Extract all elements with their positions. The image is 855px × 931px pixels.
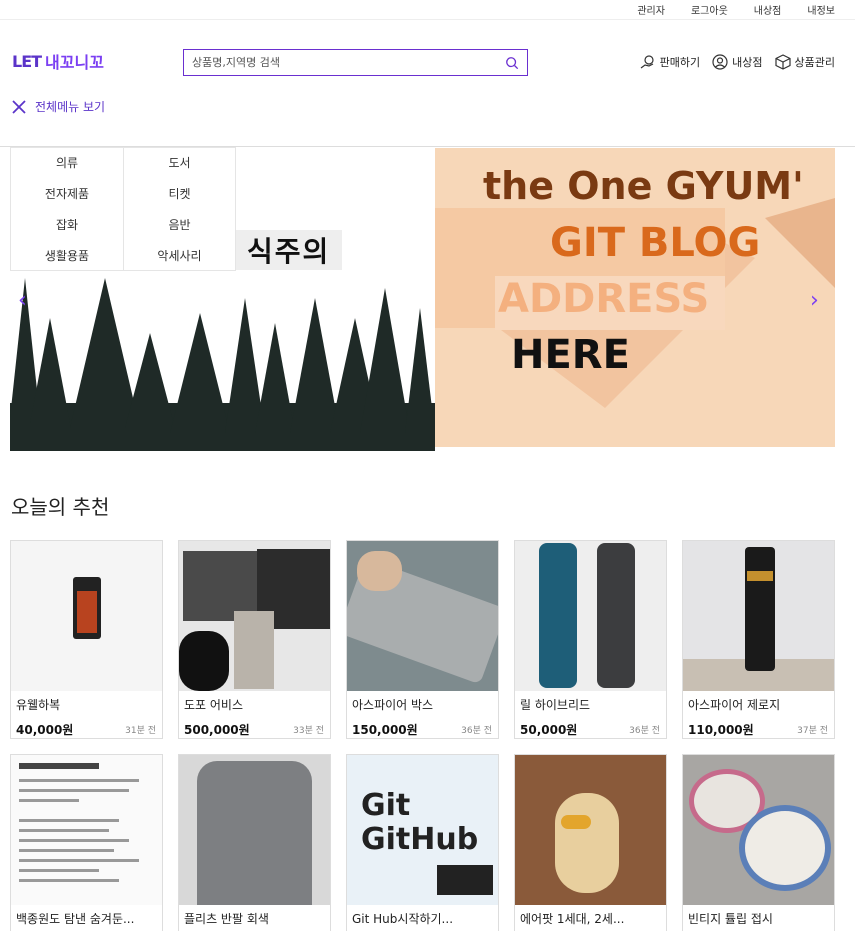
product-image bbox=[179, 541, 330, 691]
search-icon[interactable] bbox=[505, 56, 519, 70]
banner-line-2: GIT BLOG bbox=[550, 220, 761, 266]
product-title: 에어팟 1세대, 2세... bbox=[520, 912, 625, 926]
product-card[interactable]: 빈티지 튤립 접시 bbox=[682, 754, 835, 931]
all-menu-label: 전체메뉴 보기 bbox=[35, 100, 106, 114]
search-input[interactable] bbox=[192, 56, 505, 69]
sell-label: 판매하기 bbox=[659, 56, 701, 69]
product-price: 50,000원 bbox=[520, 723, 578, 737]
category-item-electronics[interactable]: 전자제품 bbox=[11, 179, 123, 210]
money-icon bbox=[640, 55, 654, 69]
product-title: 아스파이어 제로지 bbox=[688, 698, 781, 712]
banner-next-arrow[interactable]: › bbox=[810, 288, 819, 313]
product-image bbox=[515, 541, 666, 691]
logo-mark: LET bbox=[12, 51, 42, 71]
category-item-books[interactable]: 도서 bbox=[124, 148, 235, 179]
category-column-1: 의류 전자제품 잡화 생활용품 bbox=[10, 147, 123, 271]
category-item-accessories[interactable]: 악세사리 bbox=[124, 241, 235, 272]
product-image bbox=[347, 541, 498, 691]
product-title: 릴 하이브리드 bbox=[520, 698, 591, 712]
my-store-link[interactable]: 내상점 bbox=[754, 2, 782, 17]
product-time: 36분 전 bbox=[629, 726, 660, 736]
admin-link[interactable]: 관리자 bbox=[637, 2, 665, 17]
product-card[interactable]: 백종원도 탐낸 숨겨둔... bbox=[10, 754, 163, 931]
product-image bbox=[11, 541, 162, 691]
product-time: 31분 전 bbox=[125, 726, 156, 736]
product-title: 빈티지 튤립 접시 bbox=[688, 912, 773, 926]
product-image bbox=[179, 755, 330, 905]
site-logo[interactable]: LET 내꼬니꼬 bbox=[12, 49, 104, 73]
product-image bbox=[11, 755, 162, 905]
product-price: 150,000원 bbox=[352, 723, 418, 737]
product-card[interactable]: 릴 하이브리드 50,000원 36분 전 bbox=[514, 540, 667, 739]
all-menu-toggle[interactable]: 전체메뉴 보기 bbox=[11, 98, 105, 115]
category-item-goods[interactable]: 잡화 bbox=[11, 210, 123, 241]
product-image: Git GitHub bbox=[347, 755, 498, 905]
my-info-link[interactable]: 내정보 bbox=[807, 2, 835, 17]
user-icon bbox=[712, 54, 728, 70]
top-utility-bar: 관리자 로그아웃 내상점 내정보 bbox=[0, 0, 855, 20]
product-title: Git Hub시작하기... bbox=[352, 912, 454, 926]
logout-link[interactable]: 로그아웃 bbox=[691, 2, 728, 17]
product-card[interactable]: 아스파이어 박스 150,000원 36분 전 bbox=[346, 540, 499, 739]
product-title: 아스파이어 박스 bbox=[352, 698, 434, 712]
banner-line-3: ADDRESS bbox=[498, 276, 710, 322]
product-card[interactable]: 아스파이어 제로지 110,000원 37분 전 bbox=[682, 540, 835, 739]
product-card[interactable]: 유웰하복 40,000원 31분 전 bbox=[10, 540, 163, 739]
category-item-music[interactable]: 음반 bbox=[124, 210, 235, 241]
banner-caption: 식주의 bbox=[235, 230, 343, 270]
product-card[interactable]: 에어팟 1세대, 2세... bbox=[514, 754, 667, 931]
product-image bbox=[683, 541, 834, 691]
banner-line-4: HERE bbox=[511, 332, 630, 378]
product-card[interactable]: 도포 어비스 500,000원 33분 전 bbox=[178, 540, 331, 739]
product-price: 110,000원 bbox=[688, 723, 754, 737]
category-item-clothing[interactable]: 의류 bbox=[11, 148, 123, 179]
product-price: 40,000원 bbox=[16, 723, 74, 737]
section-title: 오늘의 추천 bbox=[11, 495, 110, 519]
category-item-household[interactable]: 생활용품 bbox=[11, 241, 123, 272]
product-time: 33분 전 bbox=[293, 726, 324, 736]
product-title: 백종원도 탐낸 숨겨둔... bbox=[16, 912, 135, 926]
product-time: 37분 전 bbox=[797, 726, 828, 736]
category-column-2: 도서 티켓 음반 악세사리 bbox=[123, 147, 236, 271]
category-item-tickets[interactable]: 티켓 bbox=[124, 179, 235, 210]
product-image bbox=[515, 755, 666, 905]
close-icon bbox=[12, 99, 26, 114]
product-title: 유웰하복 bbox=[16, 698, 61, 712]
manage-products-button[interactable]: 상품관리 bbox=[774, 54, 835, 70]
utility-links: 관리자 로그아웃 내상점 내정보 bbox=[637, 2, 835, 17]
box-icon bbox=[774, 54, 791, 70]
product-image bbox=[683, 755, 834, 905]
product-title: 플리츠 반팔 회색 bbox=[184, 912, 269, 926]
my-store-label: 내상점 bbox=[732, 56, 763, 69]
product-title: 도포 어비스 bbox=[184, 698, 244, 712]
category-menu: 의류 전자제품 잡화 생활용품 도서 티켓 음반 악세사리 bbox=[10, 147, 236, 271]
manage-products-label: 상품관리 bbox=[794, 56, 835, 69]
product-price: 500,000원 bbox=[184, 723, 250, 737]
search-bar bbox=[183, 49, 528, 76]
banner-slide-git-blog: the One GYUM' GIT BLOG ADDRESS HERE bbox=[435, 148, 835, 447]
product-time: 36분 전 bbox=[461, 726, 492, 736]
banner-line-1: the One GYUM' bbox=[483, 164, 804, 208]
product-grid: 유웰하복 40,000원 31분 전 도포 어비스 500,000원 33분 전… bbox=[10, 540, 836, 931]
product-card[interactable]: 플리츠 반팔 회색 bbox=[178, 754, 331, 931]
logo-name: 내꼬니꼬 bbox=[45, 53, 104, 72]
product-card[interactable]: Git GitHub Git Hub시작하기... bbox=[346, 754, 499, 931]
my-store-button[interactable]: 내상점 bbox=[712, 54, 763, 70]
banner-prev-arrow[interactable]: ‹ bbox=[18, 288, 27, 313]
sell-button[interactable]: 판매하기 bbox=[640, 54, 700, 70]
header-actions: 판매하기 내상점 상품관리 bbox=[640, 54, 835, 70]
